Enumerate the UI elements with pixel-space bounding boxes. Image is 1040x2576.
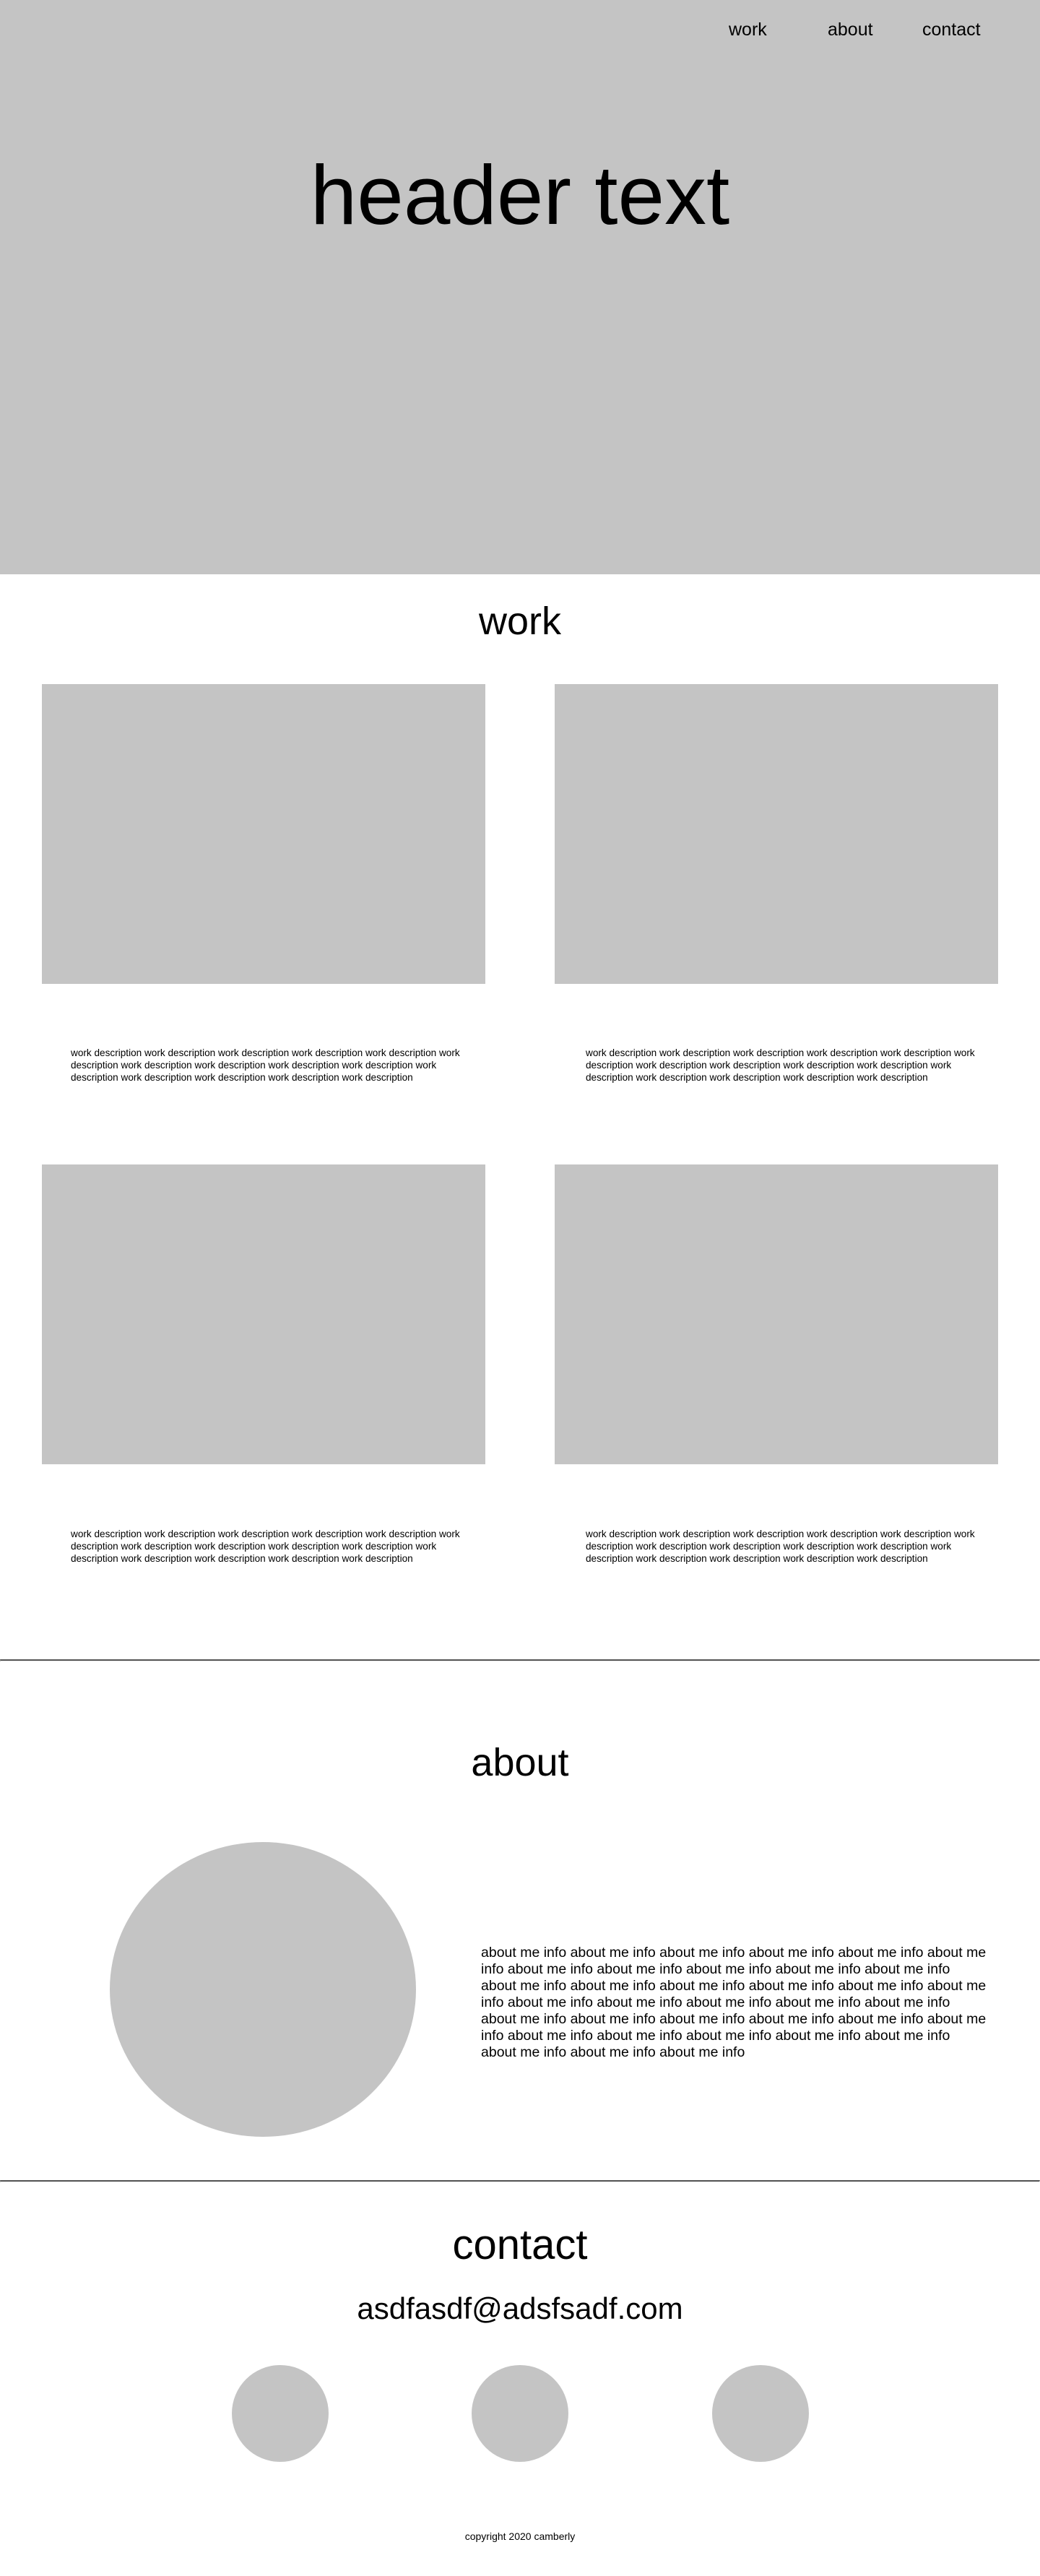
hero-banner: work about contact header text (0, 0, 1040, 574)
nav-link-contact[interactable]: contact (922, 19, 981, 40)
work-description-2: work description work description work d… (586, 1047, 975, 1083)
work-image-4[interactable] (555, 1164, 998, 1464)
work-description-4: work description work description work d… (586, 1529, 975, 1564)
section-divider (0, 2180, 1040, 2182)
top-nav: work about contact (0, 19, 1040, 40)
nav-link-about[interactable]: about (828, 19, 873, 40)
work-section-title: work (478, 600, 561, 643)
social-icon-2[interactable] (472, 2365, 568, 2462)
copyright-text: copyright 2020 camberly (464, 2530, 576, 2542)
about-text: about me info about me info about me inf… (481, 1945, 987, 2060)
work-image-3[interactable] (42, 1164, 485, 1464)
contact-section-title: contact (452, 2221, 588, 2268)
social-icon-3[interactable] (712, 2365, 809, 2462)
about-section-title: about (471, 1741, 569, 1784)
work-description-3: work description work description work d… (71, 1529, 460, 1564)
work-description-1: work description work description work d… (71, 1047, 460, 1083)
about-photo (110, 1842, 416, 2137)
work-image-1[interactable] (42, 684, 485, 984)
work-image-2[interactable] (555, 684, 998, 984)
hero-title: header text (310, 148, 730, 242)
contact-email-link[interactable]: asdfasdf@adsfsadf.com (0, 2291, 1040, 2327)
nav-link-work[interactable]: work (729, 19, 767, 40)
section-divider (0, 1659, 1040, 1661)
social-icon-1[interactable] (232, 2365, 329, 2462)
